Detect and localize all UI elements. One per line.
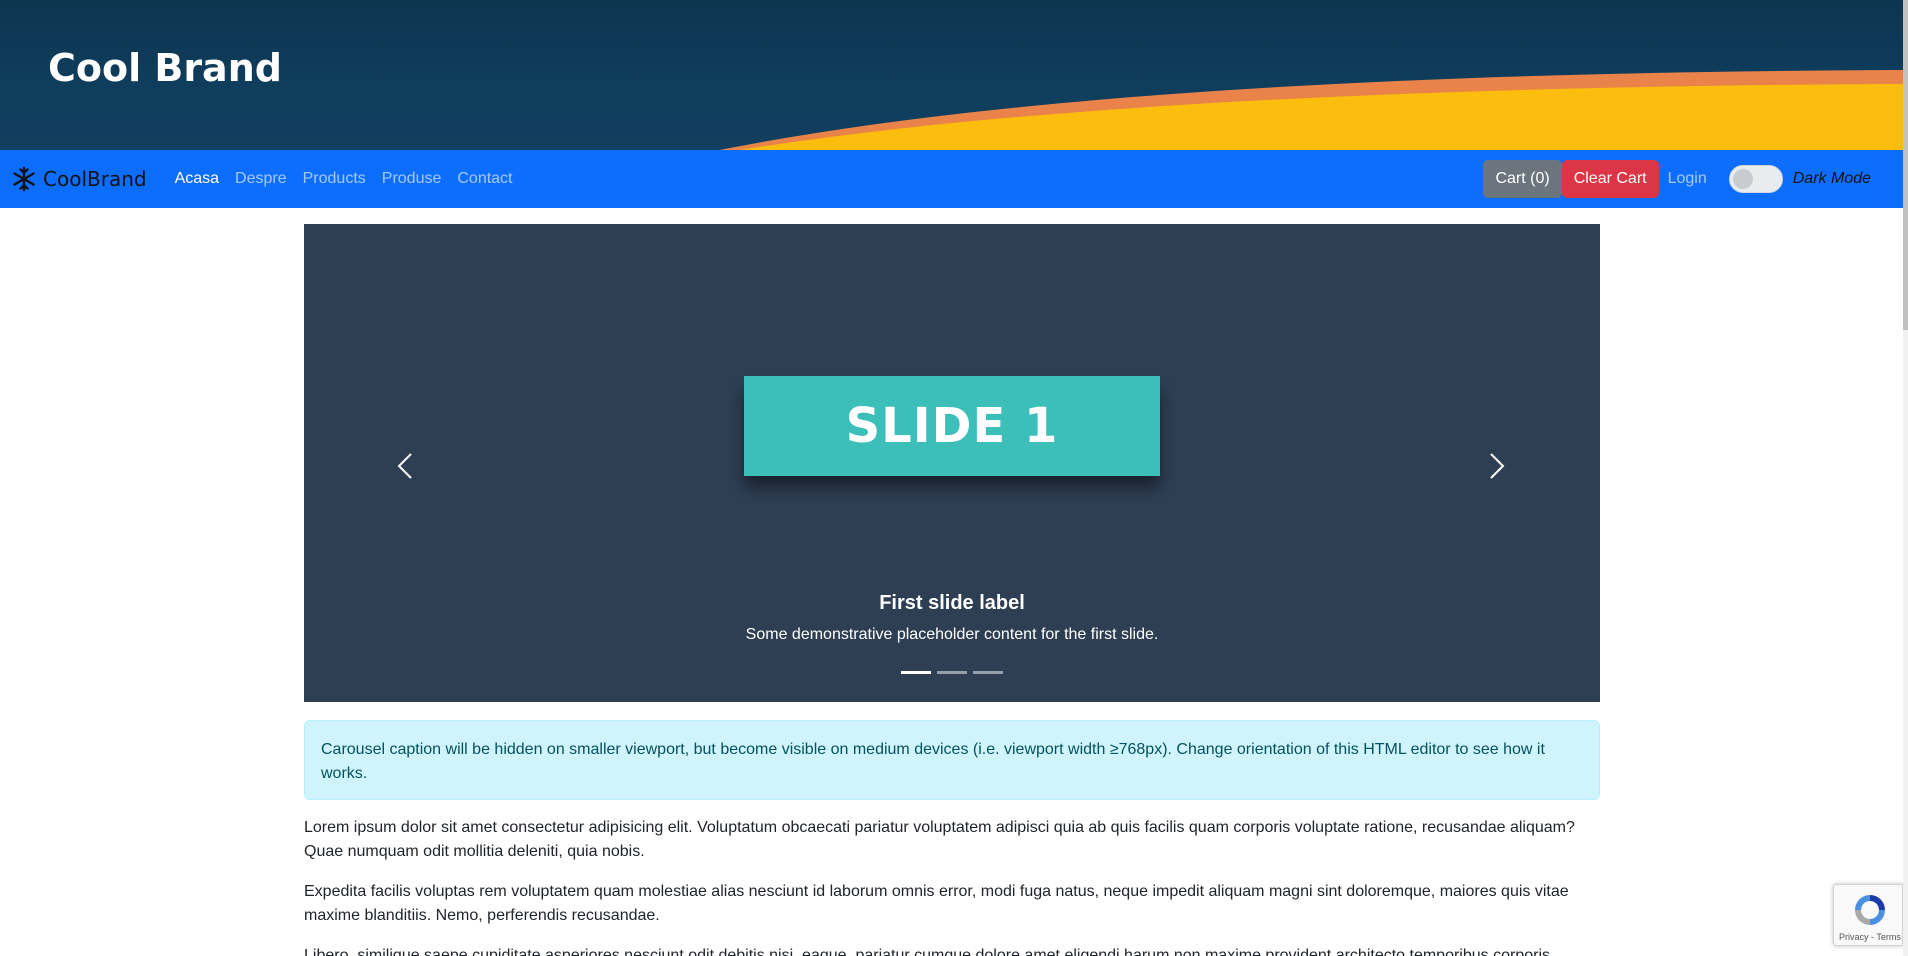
nav-link-acasa[interactable]: Acasa: [175, 170, 219, 188]
carousel-caption-title: First slide label: [879, 592, 1025, 614]
navbar-right: Cart (0) Clear Cart Login Dark Mode: [1483, 160, 1871, 198]
navbar-brand[interactable]: CoolBrand: [11, 166, 147, 192]
content-paragraph-2: Expedita facilis voluptas rem voluptatem…: [304, 883, 1569, 924]
clear-cart-button[interactable]: Clear Cart: [1561, 160, 1659, 198]
banner-title: Cool Brand: [48, 46, 282, 90]
recaptcha-logo-icon: [1855, 895, 1885, 925]
dark-mode-label: Dark Mode: [1792, 170, 1871, 187]
nav-link-products[interactable]: Products: [303, 170, 366, 188]
slide-image: SLIDE 1: [744, 376, 1160, 476]
snowflake-icon: [13, 166, 35, 192]
brand-text: CoolBrand: [43, 167, 147, 191]
scrollbar-thumb[interactable]: [1903, 0, 1908, 330]
carousel-prev-button[interactable]: [386, 446, 426, 486]
content-paragraph-1: Lorem ipsum dolor sit amet consectetur a…: [304, 819, 1575, 860]
login-link[interactable]: Login: [1668, 170, 1707, 188]
carousel-indicator-2[interactable]: [937, 671, 967, 674]
carousel-caption-text: Some demonstrative placeholder content f…: [745, 626, 1159, 643]
info-alert: Carousel caption will be hidden on small…: [304, 720, 1600, 800]
carousel-next-button[interactable]: [1476, 446, 1516, 486]
cart-button[interactable]: Cart (0): [1483, 160, 1562, 198]
recaptcha-footer[interactable]: Privacy - Terms: [1839, 932, 1901, 942]
toggle-knob: [1732, 169, 1753, 189]
chevron-left-icon: [397, 453, 412, 479]
nav-link-despre[interactable]: Despre: [235, 170, 287, 188]
carousel-indicators: [304, 671, 1600, 674]
navbar: CoolBrand Acasa Despre Products Produse …: [0, 150, 1903, 208]
dark-mode-toggle[interactable]: [1728, 165, 1783, 193]
carousel-indicator-1[interactable]: [901, 671, 931, 674]
nav-link-produse[interactable]: Produse: [382, 170, 442, 188]
slide-image-text: SLIDE 1: [845, 398, 1059, 454]
carousel-indicator-3[interactable]: [973, 671, 1003, 674]
recaptcha-badge[interactable]: Privacy - Terms: [1833, 884, 1903, 946]
nav-link-contact[interactable]: Contact: [457, 170, 512, 188]
content-paragraph-3: Libero, similique saepe cupiditate asper…: [304, 947, 1555, 956]
page-scrollbar[interactable]: [1903, 0, 1908, 956]
chevron-right-icon: [1490, 453, 1505, 479]
header-banner: Cool Brand: [0, 0, 1903, 150]
carousel: SLIDE 1 First slide label Some demonstra…: [304, 224, 1600, 702]
banner-wave: [720, 70, 1903, 150]
